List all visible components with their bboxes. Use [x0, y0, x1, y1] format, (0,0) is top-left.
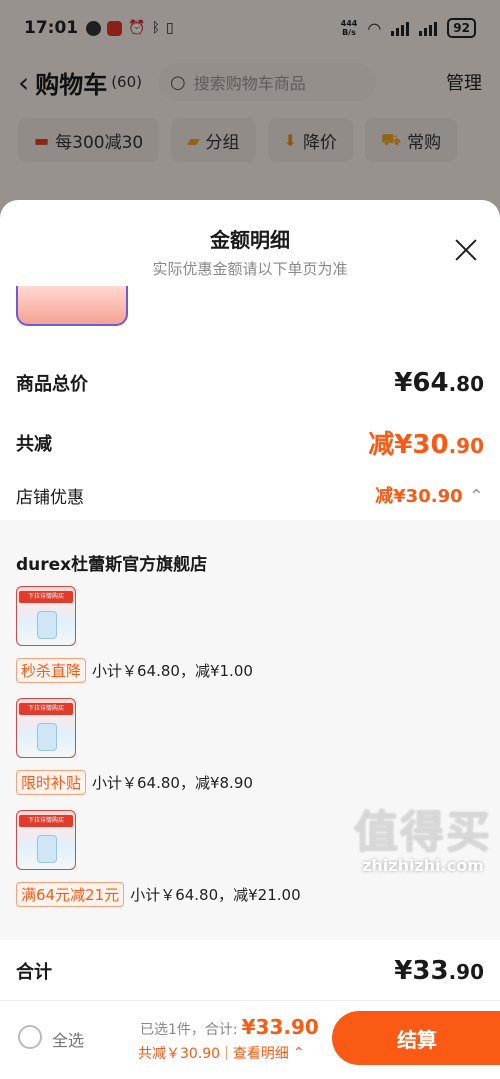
- selected-info-text: 已选1件，合计:: [140, 1022, 238, 1038]
- chevron-up-icon[interactable]: ⌃: [469, 486, 484, 507]
- deal-text: 小计￥64.80，减¥1.00: [92, 662, 253, 680]
- sheet-title: 金额明细: [210, 228, 290, 252]
- discount-dec: .90: [448, 434, 484, 458]
- product-image[interactable]: 下拉详情购买: [16, 698, 76, 758]
- deal-line: 满64元减21元 小计￥64.80，减¥21.00: [16, 882, 301, 907]
- deal-line: 秒杀直降 小计￥64.80，减¥1.00: [16, 658, 253, 683]
- product-can-graphic: [37, 723, 57, 751]
- checkout-bar: 全选 已选1件，合计: ¥33.90 共减￥30.90 | 查看明细 ⌃ 结算: [0, 1000, 500, 1079]
- discount-int: 减¥30: [368, 430, 449, 460]
- separator: |: [224, 1045, 229, 1061]
- product-can-graphic: [37, 835, 57, 863]
- store-discount-label: 店铺优惠: [16, 487, 84, 508]
- select-all-checkbox[interactable]: [18, 1025, 42, 1049]
- close-icon[interactable]: [452, 236, 480, 264]
- saved-amount: 共减￥30.90: [138, 1046, 221, 1062]
- deal-text: 小计￥64.80，减¥8.90: [92, 774, 253, 792]
- saved-info[interactable]: 共减￥30.90 | 查看明细 ⌃: [138, 1043, 305, 1063]
- discount-row: 共减 减¥30.90: [16, 424, 484, 461]
- selected-total: ¥33.90: [241, 1015, 319, 1039]
- deal-tag: 满64元减21元: [16, 882, 125, 907]
- shop-name[interactable]: durex杜蕾斯官方旗舰店: [16, 550, 207, 575]
- sum-dec: .90: [448, 960, 484, 984]
- total-price-row: 商品总价 ¥64.80: [16, 368, 484, 398]
- select-all-label[interactable]: 全选: [52, 1027, 84, 1051]
- sheet-subtitle: 实际优惠金额请以下单页为准: [152, 260, 348, 278]
- sum-row: 合计 ¥33.90: [16, 956, 484, 986]
- sum-int: ¥33: [394, 956, 449, 986]
- total-price-dec: .80: [448, 372, 484, 396]
- deal-line: 限时补贴 小计￥64.80，减¥8.90: [16, 770, 253, 795]
- deal-tag: 限时补贴: [16, 770, 87, 795]
- store-discount-value: 减¥30.90: [375, 486, 463, 507]
- deal-text: 小计￥64.80，减¥21.00: [130, 886, 301, 904]
- product-image-banner: 下拉详情购买: [19, 591, 73, 603]
- sum-label: 合计: [16, 962, 52, 983]
- product-image-banner: 下拉详情购买: [19, 703, 73, 715]
- view-detail-link[interactable]: 查看明细: [233, 1043, 289, 1063]
- store-discount-detail: durex杜蕾斯官方旗舰店 下拉详情购买 秒杀直降 小计￥64.80，减¥1.0…: [0, 520, 500, 940]
- total-price-int: ¥64: [394, 368, 449, 398]
- store-discount-row[interactable]: 店铺优惠 减¥30.90 ⌃: [16, 482, 484, 508]
- product-thumbnail-peek: [16, 286, 128, 326]
- amount-detail-sheet: 金额明细 实际优惠金额请以下单页为准 商品总价 ¥64.80 共减 减¥30.9…: [0, 200, 500, 1079]
- product-image[interactable]: 下拉详情购买: [16, 810, 76, 870]
- selected-info: 已选1件，合计: ¥33.90: [140, 1015, 319, 1039]
- total-price-label: 商品总价: [16, 374, 88, 395]
- chevron-up-icon: ⌃: [292, 1045, 305, 1061]
- deal-tag: 秒杀直降: [16, 658, 87, 683]
- checkout-button[interactable]: 结算: [332, 1011, 500, 1065]
- product-can-graphic: [37, 611, 57, 639]
- product-image-banner: 下拉详情购买: [19, 815, 73, 827]
- discount-label: 共减: [16, 433, 52, 455]
- product-image[interactable]: 下拉详情购买: [16, 586, 76, 646]
